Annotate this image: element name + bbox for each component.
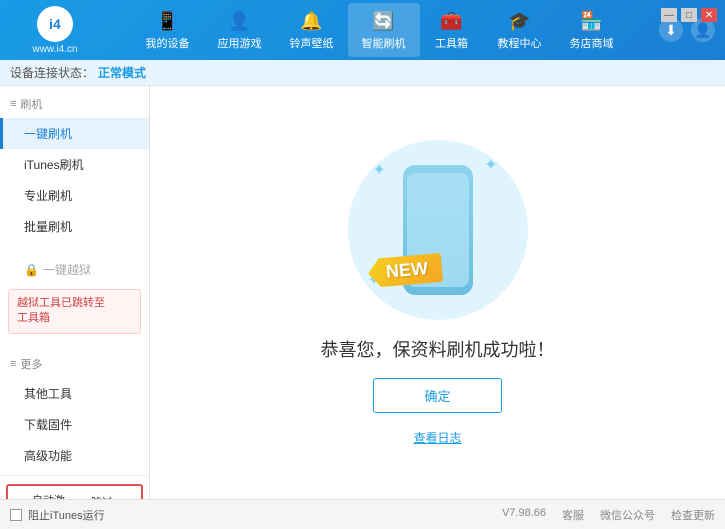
status-bar: 设备连接状态： 正常模式 <box>0 60 725 86</box>
nav-my-device[interactable]: 📱 我的设备 <box>132 3 204 57</box>
bottom-bar: 阻止iTunes运行 V7.98.66 客服 微信公众号 检查更新 <box>0 499 725 529</box>
lock-icon: 🔒 <box>24 263 39 277</box>
more-section-header: ≡ 更多 <box>0 350 149 378</box>
minimize-button[interactable]: — <box>661 8 677 22</box>
nav-apps[interactable]: 👤 应用游戏 <box>204 3 276 57</box>
more-section-label: 更多 <box>20 356 42 372</box>
sidebar-item-pro-flash[interactable]: 专业刷机 <box>0 180 149 211</box>
apps-icon: 👤 <box>228 9 252 33</box>
logo: i4 www.i4.cn <box>10 6 100 55</box>
content-area: ✦ ✦ ✦ NEW 恭喜您，保资料刷机成功啦！ 确定 查看日志 <box>150 86 725 499</box>
nav-shop-label: 务店商域 <box>570 35 614 51</box>
check-update-link[interactable]: 检查更新 <box>671 507 715 523</box>
smart-flash-icon: 🔄 <box>372 9 396 33</box>
logo-icon: i4 <box>37 6 73 42</box>
success-message: 恭喜您，保资料刷机成功啦！ <box>321 336 555 362</box>
status-value: 正常模式 <box>98 64 146 81</box>
flash-icon: ≡ <box>10 98 16 110</box>
wechat-link[interactable]: 微信公众号 <box>600 507 655 523</box>
bottom-right: V7.98.66 客服 微信公众号 检查更新 <box>502 507 715 523</box>
more-icon: ≡ <box>10 358 16 370</box>
nav-tutorials-label: 教程中心 <box>498 35 542 51</box>
sidebar-item-download-firmware[interactable]: 下载固件 <box>0 409 149 440</box>
nav-apps-label: 应用游戏 <box>218 35 262 51</box>
auto-activate-row: 自动激活 跳过iCloud <box>6 484 143 499</box>
stop-itunes-label: 阻止iTunes运行 <box>28 507 105 523</box>
sidebar-item-other-tools[interactable]: 其他工具 <box>0 378 149 409</box>
close-button[interactable]: ✕ <box>701 8 717 22</box>
more-section: ≡ 更多 其他工具 下载固件 高级功能 <box>0 346 149 475</box>
success-illustration: ✦ ✦ ✦ NEW 恭喜您，保资料刷机成功啦！ 确定 查看日志 <box>321 140 555 446</box>
flash-section-label: 刷机 <box>20 96 42 112</box>
star-icon-1: ✦ <box>373 160 386 180</box>
nav-smart-flash[interactable]: 🔄 智能刷机 <box>348 3 420 57</box>
logo-text: www.i4.cn <box>32 44 77 55</box>
jailbreak-label: 一键越狱 <box>43 261 91 278</box>
nav-shop[interactable]: 🏪 务店商域 <box>556 3 628 57</box>
new-badge: NEW <box>366 252 442 287</box>
jailbreak-section: 🔒 一键越狱 越狱工具已跳转至工具箱 <box>0 250 149 342</box>
header: i4 www.i4.cn 📱 我的设备 👤 应用游戏 🔔 铃声壁纸 🔄 智能刷机… <box>0 0 725 60</box>
notice-text: 越狱工具已跳转至工具箱 <box>17 297 105 324</box>
status-label: 设备连接状态： <box>10 64 94 81</box>
log-link[interactable]: 查看日志 <box>413 429 461 446</box>
flash-section: ≡ 刷机 一键刷机 iTunes刷机 专业刷机 批量刷机 <box>0 86 149 246</box>
ringtones-icon: 🔔 <box>300 9 324 33</box>
nav-smart-flash-label: 智能刷机 <box>362 35 406 51</box>
sidebar-item-batch-flash[interactable]: 批量刷机 <box>0 211 149 242</box>
sidebar-item-advanced[interactable]: 高级功能 <box>0 440 149 471</box>
new-badge-text: NEW <box>385 258 429 282</box>
device-icon: 📱 <box>156 9 180 33</box>
nav-ringtones-label: 铃声壁纸 <box>290 35 334 51</box>
auto-activate-label[interactable]: 自动激活 <box>32 492 67 499</box>
device-section: 自动激活 跳过iCloud 📱 iPhone 15 Pro Max 512GB … <box>0 475 149 499</box>
main-layout: ≡ 刷机 一键刷机 iTunes刷机 专业刷机 批量刷机 🔒 一键越狱 越狱工具… <box>0 86 725 499</box>
flash-section-header: ≡ 刷机 <box>0 90 149 118</box>
confirm-button[interactable]: 确定 <box>373 378 501 413</box>
tools-icon: 🧰 <box>440 9 464 33</box>
tutorials-icon: 🎓 <box>508 9 532 33</box>
nav-tools-label: 工具箱 <box>435 35 468 51</box>
sidebar-item-one-click-flash[interactable]: 一键刷机 <box>0 118 149 149</box>
bottom-left: 阻止iTunes运行 <box>10 507 105 523</box>
sidebar: ≡ 刷机 一键刷机 iTunes刷机 专业刷机 批量刷机 🔒 一键越狱 越狱工具… <box>0 86 150 499</box>
nav-tools[interactable]: 🧰 工具箱 <box>420 3 484 57</box>
logo-initials: i4 <box>49 16 61 32</box>
sidebar-item-itunes-flash[interactable]: iTunes刷机 <box>0 149 149 180</box>
nav-ringtones[interactable]: 🔔 铃声壁纸 <box>276 3 348 57</box>
skip-icloud-label[interactable]: 跳过iCloud <box>91 494 133 499</box>
nav-items: 📱 我的设备 👤 应用游戏 🔔 铃声壁纸 🔄 智能刷机 🧰 工具箱 🎓 教程中心… <box>100 3 659 57</box>
phone-circle: ✦ ✦ ✦ NEW <box>348 140 528 320</box>
maximize-button[interactable]: □ <box>681 8 697 22</box>
star-icon-2: ✦ <box>484 155 497 175</box>
stop-itunes-checkbox[interactable] <box>10 509 22 521</box>
nav-tutorials[interactable]: 🎓 教程中心 <box>484 3 556 57</box>
nav-my-device-label: 我的设备 <box>146 35 190 51</box>
customer-service-link[interactable]: 客服 <box>562 507 584 523</box>
sidebar-item-jailbreak: 🔒 一键越狱 <box>0 254 149 285</box>
shop-icon: 🏪 <box>580 9 604 33</box>
version-label: V7.98.66 <box>502 507 546 523</box>
jailbreak-notice: 越狱工具已跳转至工具箱 <box>8 289 141 334</box>
